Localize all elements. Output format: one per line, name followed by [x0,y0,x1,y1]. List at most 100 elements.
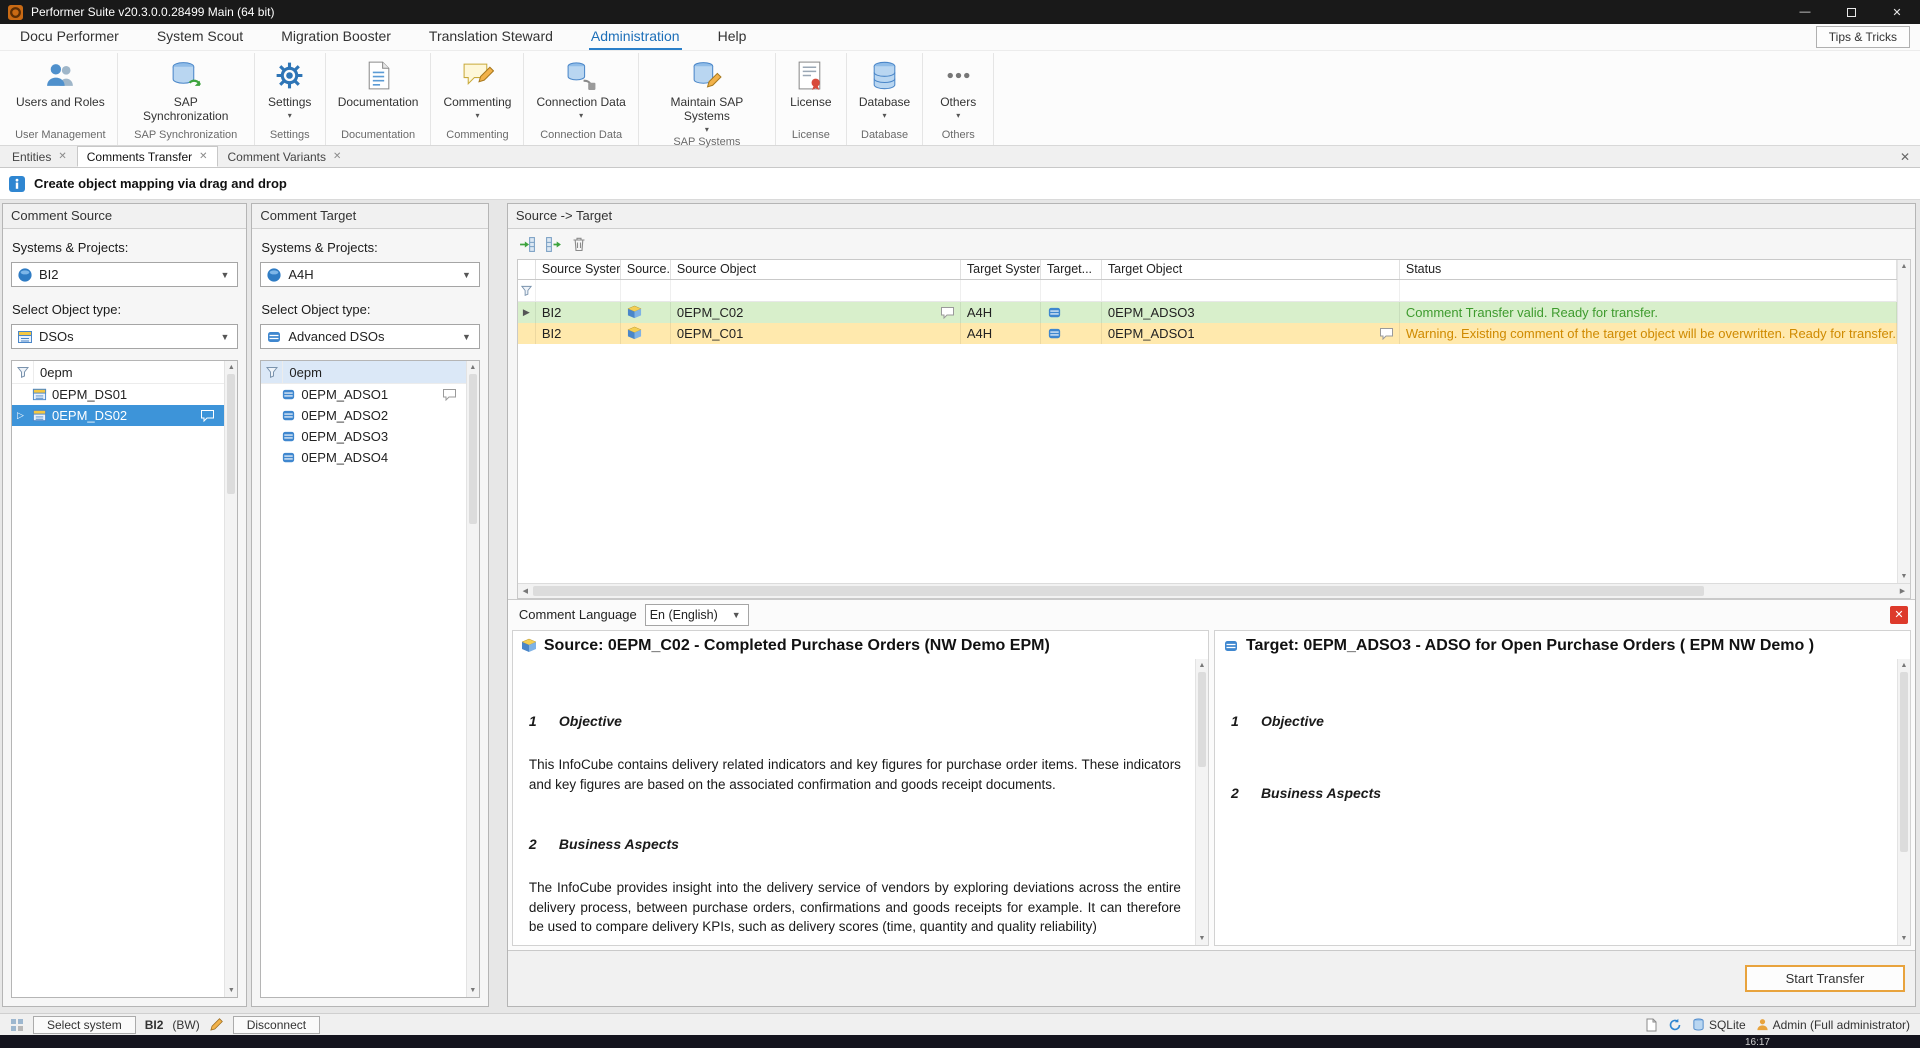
ribbon-group-caption: Settings [268,127,312,145]
scroll-up-icon[interactable]: ▲ [1901,260,1908,273]
scroll-down-icon[interactable]: ▼ [469,984,476,997]
commenting-icon [461,59,494,92]
select-system-button[interactable]: Select system [33,1016,136,1034]
scroll-down-icon[interactable]: ▼ [228,984,235,997]
menu-tab-help[interactable]: Help [716,24,749,50]
scrollbar-thumb[interactable] [533,586,1704,596]
source-filter-row[interactable]: 0epm [12,361,224,384]
scroll-down-icon[interactable]: ▼ [1901,932,1908,945]
column-header-source-object[interactable]: Source Object [671,260,961,279]
scroll-down-icon[interactable]: ▼ [1901,570,1908,583]
list-item-0epm-ds01[interactable]: 0EPM_DS01 [12,384,224,405]
list-item-0epm-adso3[interactable]: 0EPM_ADSO3 [261,426,466,447]
list-item-0epm-adso2[interactable]: 0EPM_ADSO2 [261,405,466,426]
column-header-status[interactable]: Status [1400,260,1897,279]
disconnect-button[interactable]: Disconnect [233,1016,320,1034]
column-header-source-system[interactable]: Source System [536,260,621,279]
mapping-row-1[interactable]: ▶ BI2 0EPM_C02 A4H [518,302,1897,323]
database-button[interactable]: Database ▾ [853,55,916,127]
tab-entities[interactable]: Entities✕ [2,146,77,167]
scrollbar-thumb[interactable] [1900,672,1908,852]
target-list-scrollbar[interactable]: ▲ ▼ [466,361,479,997]
menu-tab-system-scout[interactable]: System Scout [155,24,245,50]
target-system-dropdown[interactable]: A4H ▼ [260,262,480,287]
users-and-roles-button[interactable]: Users and Roles [10,55,111,127]
tips-and-tricks-button[interactable]: Tips & Tricks [1816,26,1910,48]
tab-comments-transfer[interactable]: Comments Transfer✕ [77,146,218,167]
scroll-up-icon[interactable]: ▲ [228,361,235,374]
source-list-scrollbar[interactable]: ▲ ▼ [224,361,237,997]
log-page-icon[interactable] [1644,1018,1658,1032]
sqlite-db-icon [1692,1018,1705,1031]
source-doc-scrollbar[interactable]: ▲ ▼ [1195,659,1208,945]
mapping-row-2[interactable]: BI2 0EPM_C01 A4H 0EPM_ADSO1 [518,323,1897,344]
target-object-type-dropdown[interactable]: Advanced DSOs ▼ [260,324,480,349]
expander-icon[interactable]: ▶ [518,302,536,323]
list-item-0epm-ds02[interactable]: ▷ 0EPM_DS02 [12,405,224,426]
column-header-target-object[interactable]: Target Object [1102,260,1400,279]
column-header-source-type[interactable]: Source... [621,260,671,279]
grid-horizontal-scrollbar[interactable]: ◀ ▶ [518,583,1910,598]
maximize-button[interactable] [1828,0,1874,24]
transfer-out-icon[interactable] [545,236,562,253]
comment-language-dropdown[interactable]: En (English) ▼ [645,604,749,626]
mapping-toolbar [508,229,1915,259]
commenting-button[interactable]: Commenting ▾ [437,55,517,127]
ribbon-group-caption: License [790,127,832,145]
maintain-sap-systems-button[interactable]: Maintain SAP Systems ▾ [645,55,769,134]
scrollbar-thumb[interactable] [469,374,477,524]
close-document-icon[interactable]: ✕ [1900,150,1910,164]
menu-tab-translation-steward[interactable]: Translation Steward [427,24,555,50]
scroll-up-icon[interactable]: ▲ [1901,659,1908,672]
edit-system-pencil-icon[interactable] [209,1017,224,1032]
start-transfer-button[interactable]: Start Transfer [1745,965,1905,992]
delete-mapping-icon[interactable] [571,236,587,252]
adso-icon [281,429,296,444]
scroll-up-icon[interactable]: ▲ [469,361,476,374]
others-button[interactable]: Others ▾ [929,55,987,127]
minimize-button[interactable]: — [1782,0,1828,24]
source-system-dropdown[interactable]: BI2 ▼ [11,262,238,287]
menu-tab-docu-performer[interactable]: Docu Performer [18,24,121,50]
close-tab-icon[interactable]: ✕ [199,151,207,162]
grid-filter-row[interactable] [518,280,1897,302]
settings-button[interactable]: Settings ▾ [261,55,319,127]
menu-tab-migration-booster[interactable]: Migration Booster [279,24,393,50]
scroll-right-icon[interactable]: ▶ [1895,587,1910,595]
list-item-0epm-adso1[interactable]: 0EPM_ADSO1 [261,384,466,405]
adso-icon [1041,302,1102,323]
connection-data-button[interactable]: Connection Data ▾ [530,55,631,127]
refresh-icon[interactable] [1668,1018,1682,1032]
scroll-up-icon[interactable]: ▲ [1198,659,1205,672]
database-status: SQLite [1692,1018,1746,1032]
source-doc-content: 1 Objective This InfoCube contains deliv… [513,659,1195,945]
column-header-target-system[interactable]: Target System [961,260,1041,279]
license-button[interactable]: License [782,55,840,127]
user-status: Admin (Full administrator) [1756,1018,1910,1032]
scrollbar-thumb[interactable] [227,374,235,494]
menu-tab-administration[interactable]: Administration [589,24,682,50]
scrollbar-thumb[interactable] [1198,672,1206,767]
infocube-icon [621,302,671,323]
column-header-target-type[interactable]: Target... [1041,260,1102,279]
comment-compare-zone: Comment Language En (English) ▼ ✕ Source [508,599,1915,951]
source-object-type-dropdown[interactable]: DSOs ▼ [11,324,238,349]
scroll-down-icon[interactable]: ▼ [1198,932,1205,945]
expander-icon[interactable]: ▷ [14,410,27,421]
transfer-in-icon[interactable] [519,236,536,253]
close-button[interactable]: ✕ [1874,0,1920,24]
grid-vertical-scrollbar[interactable]: ▲ ▼ [1897,260,1910,583]
scroll-left-icon[interactable]: ◀ [518,587,533,595]
close-tab-icon[interactable]: ✕ [333,151,341,162]
ribbon-group-sap-systems: Maintain SAP Systems ▾ SAP Systems [639,53,776,145]
close-compare-button[interactable]: ✕ [1890,606,1908,624]
target-doc-scrollbar[interactable]: ▲ ▼ [1897,659,1910,945]
list-item-0epm-adso4[interactable]: 0EPM_ADSO4 [261,447,466,468]
chevron-down-icon: ▾ [705,126,709,134]
close-tab-icon[interactable]: ✕ [58,151,66,162]
source-filter-text: 0epm [34,365,73,380]
documentation-button[interactable]: Documentation [332,55,425,127]
tab-comment-variants[interactable]: Comment Variants✕ [218,146,352,167]
sap-synchronization-button[interactable]: SAP Synchronization [124,55,248,127]
target-filter-row[interactable]: 0epm [261,361,466,384]
